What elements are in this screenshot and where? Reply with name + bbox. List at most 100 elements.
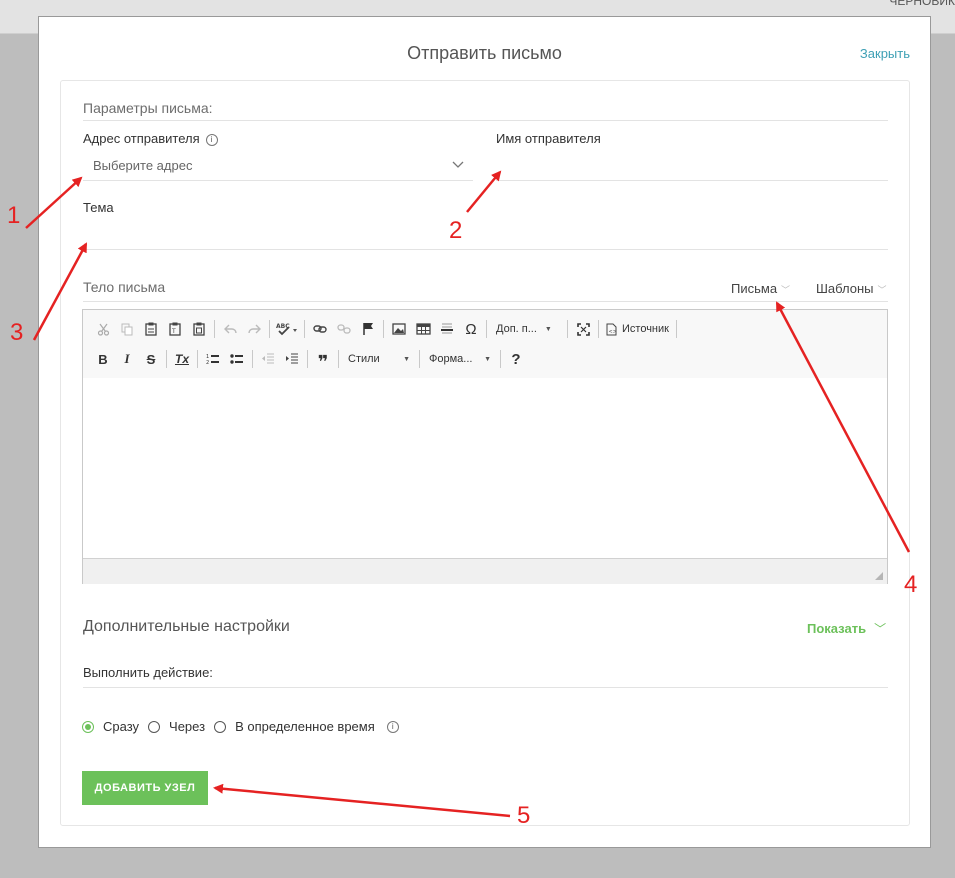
maximize-icon[interactable] xyxy=(571,318,595,340)
action-label: Выполнить действие: xyxy=(83,665,213,680)
templates-link-label: Шаблоны xyxy=(816,281,874,296)
toolbar-separator xyxy=(269,320,270,338)
radio-button[interactable] xyxy=(148,720,161,733)
params-section-label: Параметры письма: xyxy=(83,100,213,116)
table-icon[interactable] xyxy=(411,318,435,340)
styles-combo-label: Стили xyxy=(348,353,380,365)
italic-icon[interactable]: I xyxy=(115,348,139,370)
editor-toolbar: T ABC Ω Доп. п... ▼ <> Источник B I S Tx… xyxy=(83,310,887,379)
unlink-icon[interactable] xyxy=(332,318,356,340)
advanced-settings-title: Дополнительные настройки xyxy=(83,618,290,635)
format-combo-label: Форма... xyxy=(429,353,473,365)
radio-label: Через xyxy=(169,719,206,734)
remove-format-icon[interactable]: Tx xyxy=(170,348,194,370)
help-icon[interactable]: ? xyxy=(504,348,528,370)
letters-dropdown[interactable]: Письма ﹀ xyxy=(731,281,790,296)
letters-link-label: Письма xyxy=(731,281,778,296)
paste-icon[interactable] xyxy=(139,318,163,340)
horizontal-line-icon[interactable] xyxy=(435,318,459,340)
sender-address-label: Адрес отправителя xyxy=(83,131,200,146)
radio-button[interactable] xyxy=(82,720,94,733)
image-icon[interactable] xyxy=(387,318,411,340)
chevron-down-icon: ▼ xyxy=(484,355,491,363)
sender-name-input[interactable] xyxy=(496,150,888,178)
chevron-down-icon: ﹀ xyxy=(874,622,887,636)
svg-text:<>: <> xyxy=(609,329,617,335)
annotation-number-4: 4 xyxy=(904,571,918,598)
anchor-flag-icon[interactable] xyxy=(356,318,380,340)
spellcheck-icon[interactable]: ABC xyxy=(273,318,301,340)
undo-icon[interactable] xyxy=(218,318,242,340)
show-label: Показать xyxy=(807,621,867,636)
copy-icon[interactable] xyxy=(115,318,139,340)
styles-combo[interactable]: Стили ▼ xyxy=(342,349,416,369)
toolbar-separator xyxy=(304,320,305,338)
subject-underline xyxy=(83,249,888,250)
toolbar-separator xyxy=(598,320,599,338)
annotation-number-2: 2 xyxy=(449,217,463,244)
toolbar-separator xyxy=(383,320,384,338)
cut-icon[interactable] xyxy=(91,318,115,340)
info-icon[interactable]: i xyxy=(386,720,399,733)
timing-radio-group: Сразу Через В определенное время i xyxy=(82,719,399,734)
source-label: Источник xyxy=(622,323,669,335)
format-combo[interactable]: Форма... ▼ xyxy=(423,349,497,369)
modal-title: Отправить письмо xyxy=(407,43,562,63)
background-corner-text: ЧЕРНОВИК xyxy=(889,0,955,8)
toolbar-separator xyxy=(214,320,215,338)
body-label: Тело письма xyxy=(83,279,166,295)
subject-label: Тема xyxy=(83,200,114,215)
paste-word-icon[interactable] xyxy=(187,318,211,340)
chevron-down-icon[interactable] xyxy=(451,156,465,172)
sender-address-underline xyxy=(83,180,473,181)
redo-icon[interactable] xyxy=(242,318,266,340)
editor-content-area[interactable] xyxy=(83,378,887,558)
radio-button[interactable] xyxy=(214,720,227,733)
add-node-button[interactable]: ДОБАВИТЬ УЗЕЛ xyxy=(82,771,208,805)
outdent-icon[interactable] xyxy=(256,348,280,370)
action-underline xyxy=(83,687,888,688)
bold-icon[interactable]: B xyxy=(91,348,115,370)
toolbar-separator xyxy=(567,320,568,338)
radio-after[interactable]: Через xyxy=(148,719,205,734)
svg-text:2: 2 xyxy=(206,360,209,365)
radio-immediately[interactable]: Сразу xyxy=(82,719,139,734)
annotation-number-3: 3 xyxy=(10,319,24,346)
chevron-down-icon: ﹀ xyxy=(781,285,791,295)
chevron-down-icon: ﹀ xyxy=(877,285,887,295)
templates-dropdown[interactable]: Шаблоны ﹀ xyxy=(816,281,887,296)
numbered-list-icon[interactable]: 12 xyxy=(201,348,225,370)
rich-text-editor: T ABC Ω Доп. п... ▼ <> Источник B I S Tx… xyxy=(82,309,888,584)
sender-address-label-wrap: Адрес отправителя i xyxy=(83,131,218,146)
toolbar-separator xyxy=(675,320,677,338)
info-icon[interactable]: i xyxy=(205,134,218,146)
close-link[interactable]: Закрыть xyxy=(860,46,910,61)
chevron-down-icon: ▼ xyxy=(403,355,410,363)
svg-text:T: T xyxy=(171,328,176,335)
subject-input[interactable] xyxy=(83,220,888,248)
toolbar-separator xyxy=(500,350,501,368)
toolbar-row-2: B I S Tx 12 ❞ Стили ▼ Форма... ▼ ? xyxy=(91,345,528,373)
radio-label: В определенное время xyxy=(235,719,375,734)
paste-text-icon[interactable]: T xyxy=(163,318,187,340)
indent-icon[interactable] xyxy=(280,348,304,370)
show-advanced-toggle[interactable]: Показать ﹀ xyxy=(807,620,886,637)
source-icon: <> xyxy=(606,323,617,335)
toolbar-separator xyxy=(486,320,487,338)
special-char-icon[interactable]: Ω xyxy=(459,318,483,340)
radio-at-time[interactable]: В определенное время xyxy=(214,719,375,734)
resize-handle-icon[interactable] xyxy=(875,572,883,580)
toolbar-separator xyxy=(166,350,167,368)
extra-combo[interactable]: Доп. п... ▼ xyxy=(490,319,564,339)
toolbar-separator xyxy=(338,350,339,368)
blockquote-icon[interactable]: ❞ xyxy=(311,345,335,373)
body-underline xyxy=(83,301,888,302)
link-icon[interactable] xyxy=(308,318,332,340)
bulleted-list-icon[interactable] xyxy=(225,348,249,370)
sender-address-select[interactable]: Выберите адрес xyxy=(93,158,192,173)
extra-combo-label: Доп. п... xyxy=(496,323,537,335)
strikethrough-icon[interactable]: S xyxy=(139,348,163,370)
toolbar-row-1: T ABC Ω Доп. п... ▼ <> Источник xyxy=(91,315,680,343)
source-button[interactable]: <> Источник xyxy=(602,323,673,336)
annotation-number-1: 1 xyxy=(7,202,21,229)
